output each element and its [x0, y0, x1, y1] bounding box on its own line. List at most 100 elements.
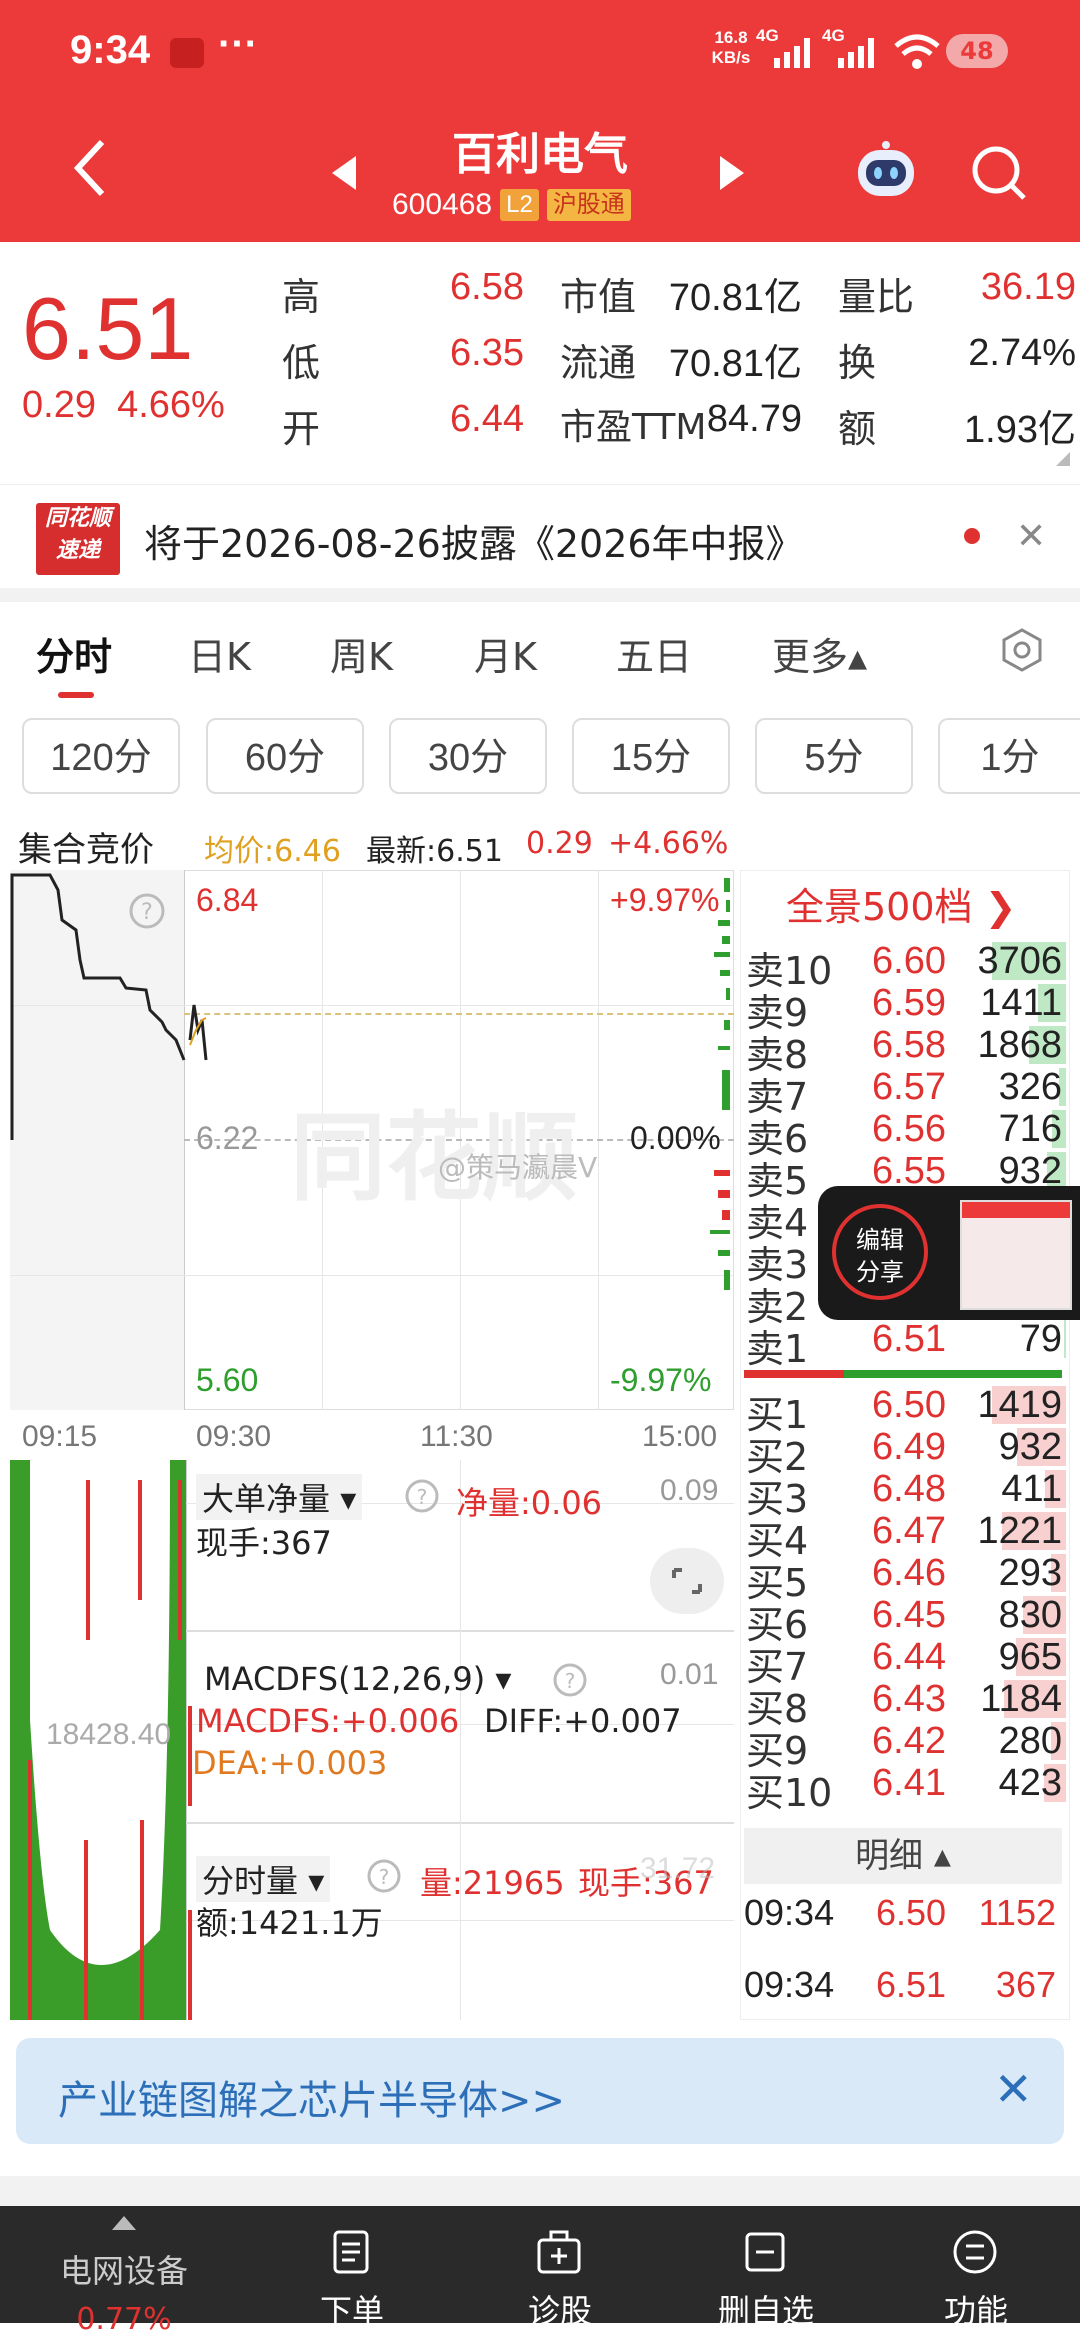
- bid-row[interactable]: 买7 6.44 965: [746, 1636, 1066, 1689]
- news-close-icon[interactable]: ✕: [1016, 516, 1046, 557]
- fullscreen-button[interactable]: [650, 1548, 724, 1614]
- place-order-button[interactable]: 下单: [262, 2206, 442, 2330]
- tab-five-day[interactable]: 五日: [616, 626, 692, 681]
- auction-label: 集合竞价: [18, 830, 154, 870]
- macd-selector[interactable]: MACDFS(12,26,9) ▾: [204, 1660, 511, 1698]
- bottom-toolbar: 电网设备 0.77% 下单 诊股 删自选 功能: [0, 2206, 1080, 2337]
- turnover-label: 换: [838, 341, 877, 385]
- trade-time: 09:34: [744, 1964, 835, 2005]
- expand-up-icon: [112, 2216, 136, 2230]
- bid-price: 6.50: [872, 1384, 946, 1426]
- news-ticker[interactable]: 同花顺 速递 将于2026-08-26披露《2026年中报》: [0, 484, 1080, 589]
- menu-circle-icon: [953, 2230, 997, 2274]
- tab-daily-k[interactable]: 日K: [188, 626, 251, 681]
- intraday-price-line: [188, 1004, 208, 1061]
- robot-assistant-icon[interactable]: [852, 140, 920, 202]
- bid-row[interactable]: 买4 6.47 1221: [746, 1510, 1066, 1563]
- ask-row[interactable]: 卖7 6.57 326: [746, 1066, 1066, 1119]
- ask-price: 6.57: [872, 1066, 946, 1108]
- help-icon[interactable]: ?: [552, 1662, 588, 1698]
- ask-row[interactable]: 卖8 6.58 1868: [746, 1024, 1066, 1077]
- sector-name: 电网设备: [59, 2252, 188, 2290]
- expand-corner-icon[interactable]: [1056, 452, 1070, 466]
- last-price: 6.51: [22, 279, 194, 378]
- bid-row[interactable]: 买5 6.46 293: [746, 1552, 1066, 1605]
- bid-row[interactable]: 买9 6.42 280: [746, 1720, 1066, 1773]
- period-5m-button[interactable]: 5分: [755, 718, 913, 794]
- more-notifications-icon: ···: [218, 22, 258, 66]
- full-depth-link[interactable]: 全景500档 ❯: [786, 876, 1016, 931]
- tab-weekly-k[interactable]: 周K: [330, 626, 393, 681]
- diff-value: DIFF:+0.007: [484, 1702, 682, 1740]
- screenshot-thumbnail[interactable]: [960, 1200, 1072, 1310]
- low-label: 低: [282, 341, 321, 385]
- ask-level-label: 卖1: [746, 1327, 809, 1371]
- help-icon[interactable]: ?: [366, 1858, 402, 1894]
- ask-price: 6.56: [872, 1108, 946, 1150]
- diagnose-button[interactable]: 诊股: [470, 2206, 650, 2330]
- ask-volume-bar: [1064, 1320, 1066, 1358]
- banner-close-icon[interactable]: ✕: [994, 2062, 1033, 2116]
- big-order-selector[interactable]: 大单净量 ▾: [196, 1474, 363, 1520]
- volume-selector[interactable]: 分时量 ▾: [196, 1856, 331, 1902]
- trade-detail-header[interactable]: 明细 ▴: [744, 1828, 1062, 1884]
- bid-row[interactable]: 买3 6.48 411: [746, 1468, 1066, 1521]
- period-15m-button[interactable]: 15分: [572, 718, 730, 794]
- news-text[interactable]: 将于2026-08-26披露《2026年中报》: [144, 513, 804, 568]
- bid-price: 6.44: [872, 1636, 946, 1678]
- bid-volume: 830: [998, 1594, 1062, 1636]
- bid-price: 6.41: [872, 1762, 946, 1804]
- notification-app-icon: [170, 38, 204, 68]
- bid-row[interactable]: 买1 6.50 1419: [746, 1384, 1066, 1437]
- ask-row[interactable]: 卖9 6.59 1411: [746, 982, 1066, 1035]
- share-overlay[interactable]: 编辑 分享: [818, 1186, 1080, 1320]
- chart-settings-icon[interactable]: [1000, 628, 1044, 672]
- bid-price: 6.48: [872, 1468, 946, 1510]
- bid-row[interactable]: 买8 6.43 1184: [746, 1678, 1066, 1731]
- functions-label: 功能: [943, 2292, 1008, 2330]
- tab-more[interactable]: 更多▴: [772, 626, 867, 681]
- period-120m-button[interactable]: 120分: [22, 718, 180, 794]
- stock-connect-badge: 沪股通: [546, 189, 631, 221]
- remove-watchlist-button[interactable]: 删自选: [676, 2206, 856, 2330]
- quote-panel: 6.51 0.29 4.66% 高 6.58 低 6.35 开 6.44 市值 …: [0, 242, 1080, 482]
- market-cap-label: 市值: [560, 275, 637, 319]
- bid-volume: 423: [998, 1762, 1062, 1804]
- period-60m-button[interactable]: 60分: [206, 718, 364, 794]
- bid-price: 6.45: [872, 1594, 946, 1636]
- help-icon[interactable]: ?: [404, 1478, 440, 1514]
- bid-row[interactable]: 买10 6.41 423: [746, 1762, 1066, 1815]
- period-1m-button[interactable]: 1分: [938, 718, 1080, 794]
- bid-row[interactable]: 买6 6.45 830: [746, 1594, 1066, 1647]
- volume-scale: 31.72: [640, 1852, 716, 1885]
- period-30m-button[interactable]: 30分: [389, 718, 547, 794]
- banner-link[interactable]: 产业链图解之芯片半导体>>: [58, 2068, 565, 2126]
- diagnose-label: 诊股: [527, 2292, 592, 2330]
- ask-row[interactable]: 卖10 6.60 3706: [746, 940, 1066, 993]
- macdfs-value: MACDFS:+0.006: [196, 1702, 460, 1740]
- functions-button[interactable]: 功能: [886, 2206, 1066, 2330]
- app-header: 9:34 ··· 16.8 KB/s 4G 4G 48 百利电气 600468 L…: [0, 0, 1080, 242]
- tab-monthly-k[interactable]: 月K: [474, 626, 537, 681]
- bid-row[interactable]: 买2 6.49 932: [746, 1426, 1066, 1479]
- bid-price: 6.42: [872, 1720, 946, 1762]
- bid-volume: 411: [1001, 1468, 1062, 1510]
- dea-value: DEA:+0.003: [192, 1744, 388, 1782]
- search-icon[interactable]: [970, 144, 1030, 204]
- high-value: 6.58: [450, 266, 524, 308]
- ask-price: 6.59: [872, 982, 946, 1024]
- latest-price-label: 最新:6.51: [366, 834, 503, 869]
- sector-button[interactable]: 电网设备 0.77%: [34, 2206, 214, 2337]
- next-stock-icon[interactable]: [718, 156, 744, 190]
- ask-bid-ratio-green: [844, 1370, 1062, 1378]
- ask-row[interactable]: 卖6 6.56 716: [746, 1108, 1066, 1161]
- ask-volume: 1868: [977, 1024, 1062, 1066]
- tab-intraday[interactable]: 分时: [36, 626, 112, 681]
- bid-volume: 1419: [977, 1384, 1062, 1426]
- promo-banner[interactable]: 产业链图解之芯片半导体>> ✕: [16, 2038, 1064, 2144]
- ask-row[interactable]: 卖1 6.51 79: [746, 1318, 1066, 1371]
- edit-share-button[interactable]: 编辑 分享: [832, 1204, 928, 1300]
- macd-scale: 0.01: [660, 1658, 719, 1691]
- ask-bid-ratio-red: [744, 1370, 844, 1378]
- bid-price: 6.47: [872, 1510, 946, 1552]
